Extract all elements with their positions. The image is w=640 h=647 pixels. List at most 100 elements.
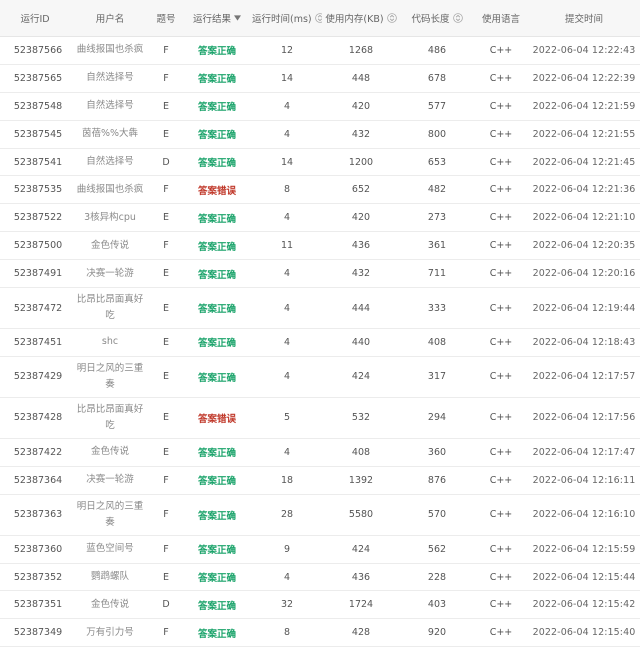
problem-cell[interactable]: E: [150, 371, 182, 382]
problem-cell[interactable]: E: [150, 212, 182, 223]
run-id-cell[interactable]: 52387352: [0, 572, 70, 583]
result-cell[interactable]: 答案正确: [182, 155, 252, 169]
run-id-cell[interactable]: 52387451: [0, 337, 70, 348]
result-cell[interactable]: 答案正确: [182, 267, 252, 281]
username-cell[interactable]: 决赛一轮游: [70, 266, 150, 282]
problem-cell[interactable]: E: [150, 303, 182, 314]
problem-cell[interactable]: F: [150, 45, 182, 56]
username-cell[interactable]: shc: [70, 334, 150, 350]
run-id-cell[interactable]: 52387364: [0, 475, 70, 486]
table-row[interactable]: 52387500 金色传说 F 答案正确 11 436 361 C++ 2022-06-04 1…: [0, 232, 640, 261]
problem-cell[interactable]: E: [150, 412, 182, 423]
username-cell[interactable]: 明日之风的三重奏: [70, 499, 150, 531]
result-cell[interactable]: 答案错误: [182, 183, 252, 197]
run-id-cell[interactable]: 52387500: [0, 240, 70, 251]
result-cell[interactable]: 答案正确: [182, 301, 252, 315]
problem-cell[interactable]: F: [150, 184, 182, 195]
table-row[interactable]: 52387422 金色传说 E 答案正确 4 408 360 C++ 2022-06-04 12…: [0, 438, 640, 467]
run-id-cell[interactable]: 52387351: [0, 599, 70, 610]
run-id-cell[interactable]: 52387349: [0, 627, 70, 638]
run-id-cell[interactable]: 52387428: [0, 412, 70, 423]
table-row[interactable]: 52387541 自然选择号 D 答案正确 14 1200 653 C++ 2022-06-04…: [0, 148, 640, 177]
run-id-cell[interactable]: 52387472: [0, 303, 70, 314]
table-row[interactable]: 52387360 蓝色空间号 F 答案正确 9 424 562 C++ 2022-06-04 1…: [0, 535, 640, 564]
username-cell[interactable]: 蓝色空间号: [70, 541, 150, 557]
username-cell[interactable]: 明日之风的三重奏: [70, 361, 150, 393]
table-row[interactable]: 52387548 自然选择号 E 答案正确 4 420 577 C++ 2022-06-04 1…: [0, 92, 640, 121]
problem-cell[interactable]: E: [150, 572, 182, 583]
run-id-cell[interactable]: 52387491: [0, 268, 70, 279]
result-cell[interactable]: 答案正确: [182, 508, 252, 522]
table-row[interactable]: 52387349 万有引力号 F 答案正确 8 428 920 C++ 2022-06-04 1…: [0, 619, 640, 647]
problem-cell[interactable]: E: [150, 129, 182, 140]
filter-dropdown-icon[interactable]: [234, 15, 241, 21]
username-cell[interactable]: 金色传说: [70, 238, 150, 254]
username-cell[interactable]: 曲线报国也杀疯: [70, 182, 150, 198]
sort-icon[interactable]: [386, 13, 397, 23]
table-row[interactable]: 52387352 鹦鹉螺队 E 答案正确 4 436 228 C++ 2022-06-04 12…: [0, 563, 640, 592]
problem-cell[interactable]: F: [150, 627, 182, 638]
problem-cell[interactable]: F: [150, 509, 182, 520]
column-header-result[interactable]: 运行结果: [182, 11, 252, 25]
table-row[interactable]: 52387428 比昂比昂面真好吃 E 答案错误 5 532 294 C++ 2022-06-0…: [0, 397, 640, 439]
table-row[interactable]: 52387363 明日之风的三重奏 F 答案正确 28 5580 570 C++ 2022-06…: [0, 494, 640, 536]
username-cell[interactable]: 比昂比昂面真好吃: [70, 402, 150, 434]
result-cell[interactable]: 答案正确: [182, 473, 252, 487]
run-id-cell[interactable]: 52387535: [0, 184, 70, 195]
table-row[interactable]: 52387364 决赛一轮游 F 答案正确 18 1392 876 C++ 2022-06-04…: [0, 466, 640, 495]
result-cell[interactable]: 答案正确: [182, 570, 252, 584]
problem-cell[interactable]: F: [150, 240, 182, 251]
run-id-cell[interactable]: 52387566: [0, 45, 70, 56]
table-row[interactable]: 52387429 明日之风的三重奏 E 答案正确 4 424 317 C++ 2022-06-0…: [0, 356, 640, 398]
result-cell[interactable]: 答案正确: [182, 43, 252, 57]
table-row[interactable]: 52387451 shc E 答案正确 4 440 408 C++ 2022-06-04 12:…: [0, 329, 640, 357]
sort-icon[interactable]: [452, 13, 463, 23]
run-id-cell[interactable]: 52387541: [0, 157, 70, 168]
problem-cell[interactable]: F: [150, 544, 182, 555]
problem-cell[interactable]: E: [150, 268, 182, 279]
problem-cell[interactable]: D: [150, 599, 182, 610]
run-id-cell[interactable]: 52387360: [0, 544, 70, 555]
result-cell[interactable]: 答案正确: [182, 626, 252, 640]
username-cell[interactable]: 鹦鹉螺队: [70, 569, 150, 585]
problem-cell[interactable]: E: [150, 101, 182, 112]
table-row[interactable]: 52387472 比昂比昂面真好吃 E 答案正确 4 444 333 C++ 2022-06-0…: [0, 288, 640, 330]
username-cell[interactable]: 金色传说: [70, 597, 150, 613]
table-row[interactable]: 52387565 自然选择号 F 答案正确 14 448 678 C++ 2022-06-04 …: [0, 64, 640, 93]
table-row[interactable]: 52387522 3核异构cpu E 答案正确 4 420 273 C++ 2022-06-04…: [0, 204, 640, 233]
result-cell[interactable]: 答案正确: [182, 211, 252, 225]
table-row[interactable]: 52387566 曲线报国也杀疯 F 答案正确 12 1268 486 C++ 2022-06-…: [0, 37, 640, 65]
username-cell[interactable]: 曲线报国也杀疯: [70, 42, 150, 58]
column-header-memory[interactable]: 使用内存(KB): [322, 11, 400, 25]
result-cell[interactable]: 答案正确: [182, 335, 252, 349]
username-cell[interactable]: 金色传说: [70, 444, 150, 460]
result-cell[interactable]: 答案正确: [182, 99, 252, 113]
result-cell[interactable]: 答案正确: [182, 542, 252, 556]
problem-cell[interactable]: E: [150, 337, 182, 348]
problem-cell[interactable]: E: [150, 447, 182, 458]
table-row[interactable]: 52387491 决赛一轮游 E 答案正确 4 432 711 C++ 2022-06-04 1…: [0, 260, 640, 289]
problem-cell[interactable]: D: [150, 157, 182, 168]
username-cell[interactable]: 决赛一轮游: [70, 472, 150, 488]
result-cell[interactable]: 答案正确: [182, 239, 252, 253]
table-row[interactable]: 52387545 茵蓓%%大犇 E 答案正确 4 432 800 C++ 2022-06-04 …: [0, 120, 640, 149]
column-header-code-length[interactable]: 代码长度: [400, 11, 474, 25]
run-id-cell[interactable]: 52387522: [0, 212, 70, 223]
username-cell[interactable]: 自然选择号: [70, 98, 150, 114]
username-cell[interactable]: 茵蓓%%大犇: [70, 126, 150, 142]
run-id-cell[interactable]: 52387422: [0, 447, 70, 458]
result-cell[interactable]: 答案正确: [182, 370, 252, 384]
username-cell[interactable]: 比昂比昂面真好吃: [70, 292, 150, 324]
run-id-cell[interactable]: 52387548: [0, 101, 70, 112]
sort-icon[interactable]: [314, 13, 322, 23]
result-cell[interactable]: 答案正确: [182, 445, 252, 459]
column-header-time[interactable]: 运行时间(ms): [252, 11, 322, 25]
problem-cell[interactable]: F: [150, 475, 182, 486]
table-row[interactable]: 52387351 金色传说 D 答案正确 32 1724 403 C++ 2022-06-04 …: [0, 591, 640, 620]
run-id-cell[interactable]: 52387545: [0, 129, 70, 140]
result-cell[interactable]: 答案错误: [182, 411, 252, 425]
result-cell[interactable]: 答案正确: [182, 127, 252, 141]
username-cell[interactable]: 万有引力号: [70, 625, 150, 641]
result-cell[interactable]: 答案正确: [182, 71, 252, 85]
problem-cell[interactable]: F: [150, 73, 182, 84]
